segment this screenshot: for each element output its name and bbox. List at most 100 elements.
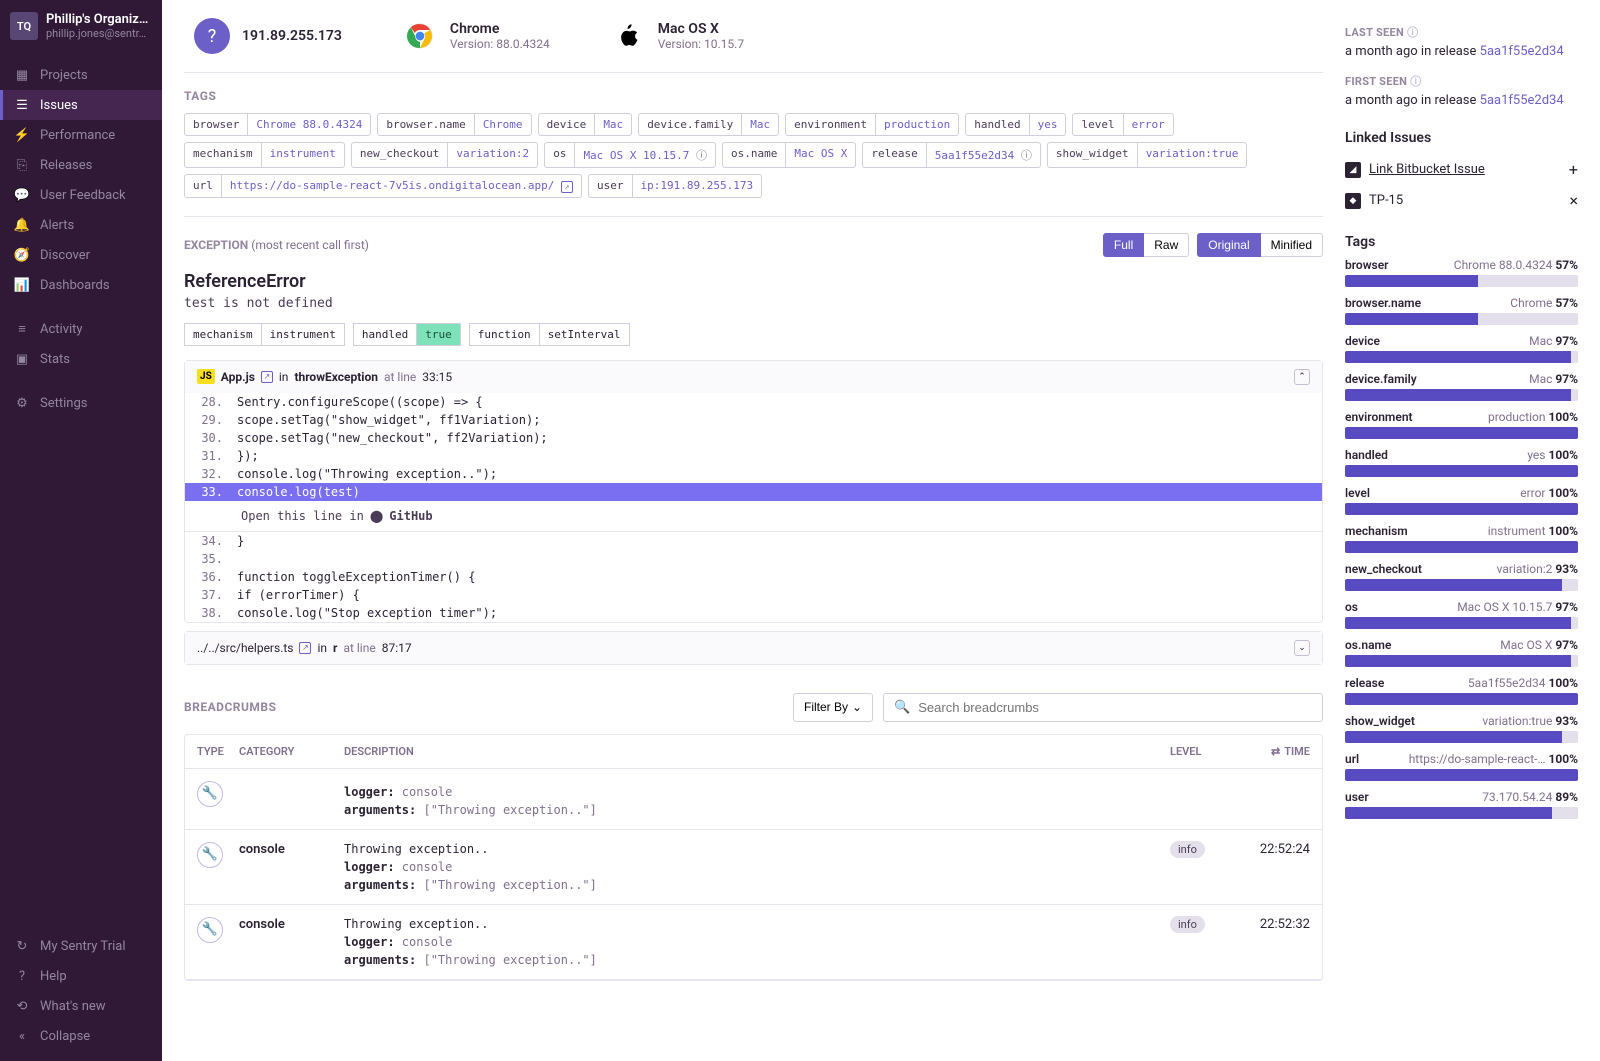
tag-pill[interactable]: userip:191.89.255.173 [588,174,762,198]
tag-stat-row[interactable]: environmentproduction 100% [1345,410,1578,439]
nav-item-dashboards[interactable]: 📊Dashboards [0,270,162,300]
code-line: 35. [185,550,1322,568]
bc-time: 22:52:24 [1230,842,1310,857]
tag-stat-row[interactable]: urlhttps://do-sample-react-… 100% [1345,752,1578,781]
expand-icon[interactable]: ⌄ [1294,640,1310,656]
nav-bottom-my-sentry-trial[interactable]: ↻My Sentry Trial [0,931,162,961]
tag-pill[interactable]: show_widgetvariation:true [1047,142,1248,168]
tag-stat-row[interactable]: os.nameMac OS X 97% [1345,638,1578,667]
full-button[interactable]: Full [1103,233,1144,257]
nav-label: Releases [40,158,92,173]
nav-item-performance[interactable]: ⚡Performance [0,120,162,150]
code-line: 36.function toggleExceptionTimer() { [185,568,1322,586]
breadcrumbs-heading: BREADCRUMBS [184,700,276,714]
nav-bottom-collapse[interactable]: «Collapse [0,1021,162,1051]
col-category: CATEGORY [239,745,344,758]
original-button[interactable]: Original [1197,233,1260,257]
tag-key: new_checkout [352,143,448,167]
tag-stat-row[interactable]: show_widgetvariation:true 93% [1345,714,1578,743]
external-link-icon[interactable]: ↗ [261,371,273,383]
nav-label: Discover [40,248,90,263]
tag-pill[interactable]: release5aa1f55e2d34 ⓘ [862,142,1040,168]
open-in-github[interactable]: Open this line in ⬤ GitHub [185,501,1322,532]
release-link[interactable]: 5aa1f55e2d34 [1480,44,1564,59]
tag-stat-key: handled [1345,448,1388,462]
os-version: Version: 10.15.7 [658,37,744,51]
raw-button[interactable]: Raw [1144,233,1189,257]
tag-pill[interactable]: urlhttps://do-sample-react-7v5is.ondigit… [184,174,582,198]
stack-frame: JS App.js ↗ in throwException at line 33… [184,360,1323,623]
os-name: Mac OS X [658,21,744,37]
tag-pill[interactable]: environmentproduction [785,113,959,136]
nav-item-issues[interactable]: ☰Issues [0,90,162,120]
linked-issue-row[interactable]: ◢Link Bitbucket Issue+ [1345,154,1578,185]
tag-bar [1345,579,1578,591]
nav-label: Projects [40,68,88,83]
code-line: 34.} [185,532,1322,550]
tag-stat-row[interactable]: browserChrome 88.0.4324 57% [1345,258,1578,287]
tag-key: browser.name [378,114,474,135]
tag-stat-row[interactable]: browser.nameChrome 57% [1345,296,1578,325]
nav-item-settings[interactable]: ⚙Settings [0,388,162,418]
chevron-down-icon: ⌄ [852,700,862,714]
close-icon[interactable]: × [1569,191,1578,210]
frame-fn: throwException [294,370,378,384]
external-link-icon[interactable]: ↗ [299,642,311,654]
tag-stat-row[interactable]: osMac OS X 10.15.7 97% [1345,600,1578,629]
linked-issue-row[interactable]: ◆TP-15× [1345,185,1578,216]
tag-pill[interactable]: levelerror [1072,113,1173,136]
tag-value: error [1124,114,1173,135]
issue-tracker-icon: ◆ [1345,193,1361,209]
tag-stat-row[interactable]: device.familyMac 97% [1345,372,1578,401]
bc-arguments: arguments: ["Throwing exception.."] [344,878,1170,892]
chrome-icon [402,18,438,54]
tag-pill[interactable]: os.nameMac OS X [722,142,856,168]
nav-item-activity[interactable]: ≡Activity [0,314,162,344]
breadcrumbs-table: TYPE CATEGORY DESCRIPTION LEVEL ⇄TIME 🔧 … [184,734,1323,981]
nav-item-stats[interactable]: ▣Stats [0,344,162,374]
code-line: 28. Sentry.configureScope((scope) => { [185,393,1322,411]
collapse-icon[interactable]: ⌃ [1294,369,1310,385]
tag-pill[interactable]: handledyes [965,113,1066,136]
breadcrumb-row: 🔧 console Throwing exception.. logger: c… [185,830,1322,905]
nav-item-user-feedback[interactable]: 💬User Feedback [0,180,162,210]
nav-icon: ≡ [14,321,30,337]
nav-item-projects[interactable]: ▦Projects [0,60,162,90]
nav-item-discover[interactable]: 🧭Discover [0,240,162,270]
bc-description: Throwing exception.. [344,842,1170,856]
bc-logger: logger: console [344,860,1170,874]
nav-label: What's new [40,999,106,1014]
issue-tracker-icon: ◢ [1345,162,1361,178]
tag-pill[interactable]: mechanisminstrument [184,142,345,168]
tag-pill[interactable]: browser.nameChrome [377,113,531,136]
tag-stat-row[interactable]: levelerror 100% [1345,486,1578,515]
nav-bottom-what-s-new[interactable]: ⟲What's new [0,991,162,1021]
add-icon[interactable]: + [1569,160,1578,179]
tag-pill[interactable]: device.familyMac [638,113,779,136]
tag-pill[interactable]: browserChrome 88.0.4324 [184,113,371,136]
tag-key: environment [786,114,876,135]
tag-stat-row[interactable]: new_checkoutvariation:2 93% [1345,562,1578,591]
tag-stat-key: level [1345,486,1370,500]
tag-pill[interactable]: new_checkoutvariation:2 [351,142,538,168]
tag-pill[interactable]: deviceMac [538,113,633,136]
tag-stat-row[interactable]: release5aa1f55e2d34 100% [1345,676,1578,705]
nav-item-alerts[interactable]: 🔔Alerts [0,210,162,240]
org-name: Phillip's Organiz… [46,12,148,27]
org-header[interactable]: TQ Phillip's Organiz… phillip.jones@sent… [0,0,162,52]
tag-bar [1345,693,1578,705]
nav-bottom-help[interactable]: ?Help [0,961,162,991]
tag-stat-row[interactable]: user73.170.54.24 89% [1345,790,1578,819]
tag-stat-row[interactable]: mechanisminstrument 100% [1345,524,1578,553]
tag-bar [1345,389,1578,401]
release-link[interactable]: 5aa1f55e2d34 [1480,93,1564,108]
nav-item-releases[interactable]: ⎘Releases [0,150,162,180]
tag-stat-row[interactable]: deviceMac 97% [1345,334,1578,363]
minified-button[interactable]: Minified [1261,233,1323,257]
tag-value: Mac OS X [786,143,855,167]
tag-pill[interactable]: osMac OS X 10.15.7 ⓘ [544,142,716,168]
search-input[interactable] [918,700,1312,715]
search-box[interactable]: 🔍 [883,693,1323,722]
filter-button[interactable]: Filter By ⌄ [793,693,873,722]
tag-stat-row[interactable]: handledyes 100% [1345,448,1578,477]
